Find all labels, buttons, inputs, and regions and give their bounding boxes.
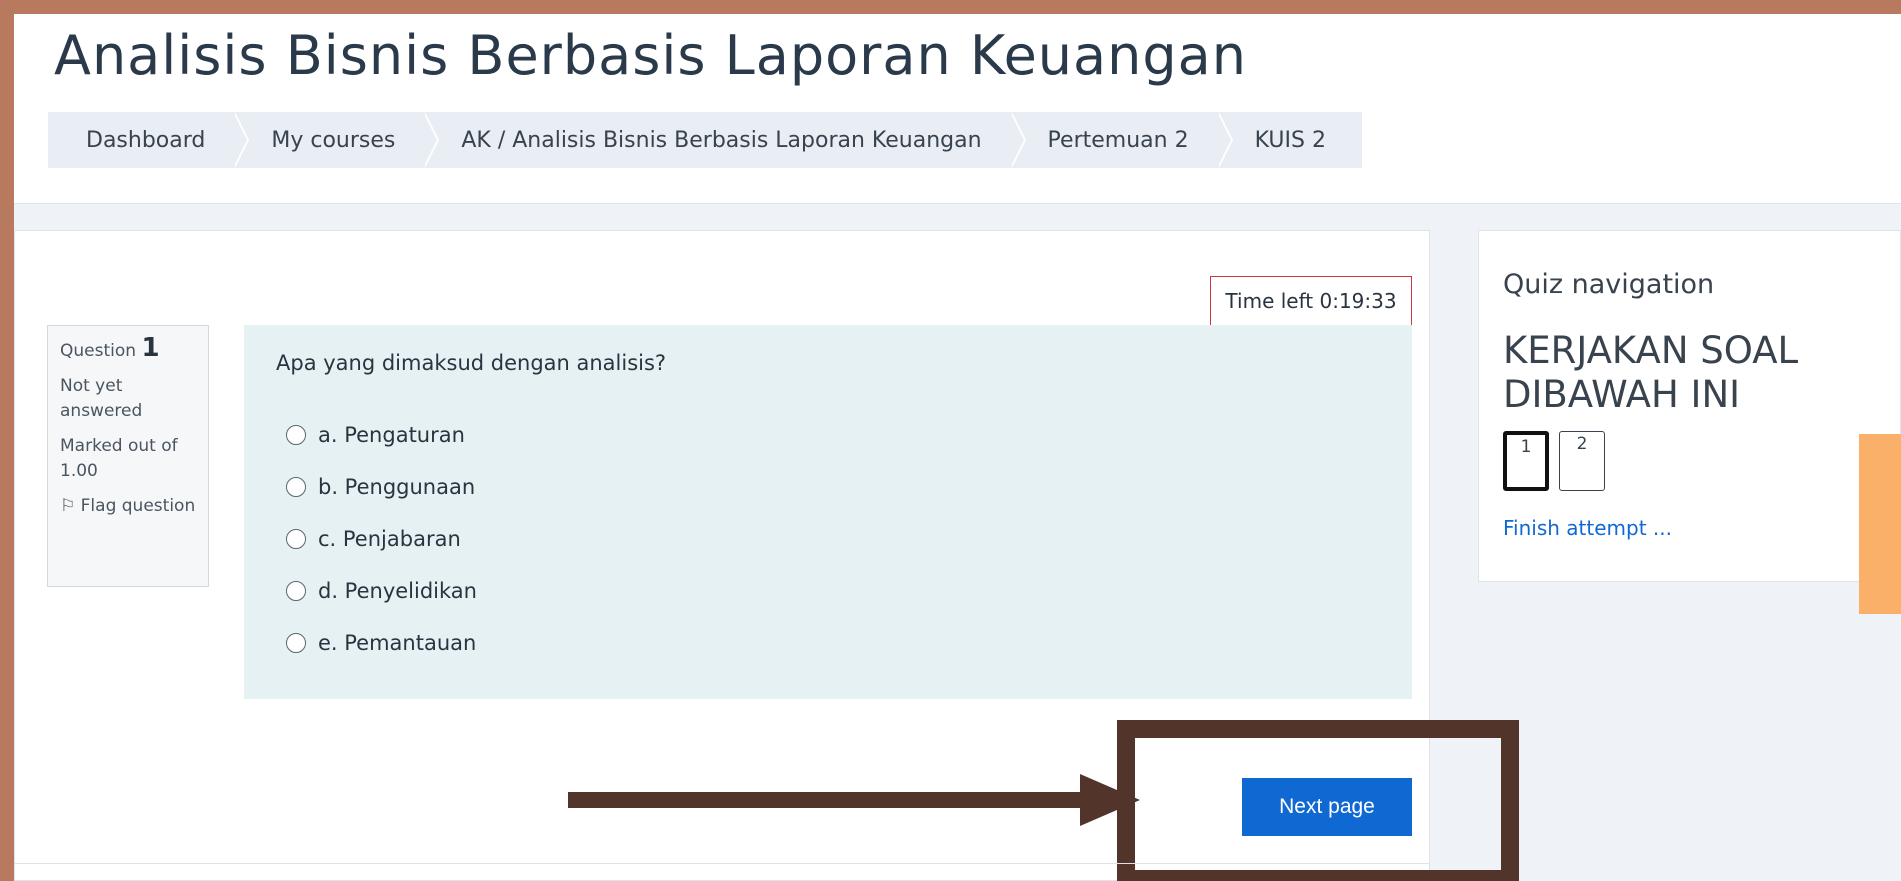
radio-button[interactable] xyxy=(286,529,306,549)
annotation-arrow-head xyxy=(1080,774,1140,826)
answer-option-d[interactable]: d. Penyelidikan xyxy=(286,565,477,617)
answer-option-label: c. Penjabaran xyxy=(318,527,461,551)
question-mark: Marked out of 1.00 xyxy=(60,436,178,481)
breadcrumb-section[interactable]: Pertemuan 2 xyxy=(1009,112,1233,168)
quiz-navigation-heading: KERJAKAN SOAL DIBAWAH INI xyxy=(1503,329,1799,416)
divider xyxy=(14,863,1430,864)
radio-button[interactable] xyxy=(286,425,306,445)
question-content-box: Apa yang dimaksud dengan analisis? a. Pe… xyxy=(244,325,1412,699)
radio-button[interactable] xyxy=(286,477,306,497)
answer-option-e[interactable]: e. Pemantauan xyxy=(286,617,477,669)
question-status: Not yet answered xyxy=(60,376,143,421)
annotation-arrow-shaft xyxy=(568,792,1096,808)
question-text: Apa yang dimaksud dengan analisis? xyxy=(276,351,667,375)
breadcrumb-course[interactable]: AK / Analisis Bisnis Berbasis Laporan Ke… xyxy=(423,112,1026,168)
radio-button[interactable] xyxy=(286,581,306,601)
question-info-panel: Question 1 Not yet answered Marked out o… xyxy=(47,325,209,587)
answer-option-label: b. Penggunaan xyxy=(318,475,476,499)
answer-option-label: d. Penyelidikan xyxy=(318,579,477,603)
question-number-value: 1 xyxy=(141,333,160,363)
side-drawer-tab[interactable] xyxy=(1859,434,1901,614)
breadcrumb: Dashboard My courses AK / Analisis Bisni… xyxy=(48,112,1362,168)
answer-option-c[interactable]: c. Penjabaran xyxy=(286,513,477,565)
time-left-timer: Time left 0:19:33 xyxy=(1210,276,1412,326)
quiz-navigation-title: Quiz navigation xyxy=(1503,269,1715,300)
answer-option-label: a. Pengaturan xyxy=(318,423,465,447)
answer-options: a. Pengaturan b. Penggunaan c. Penjabara… xyxy=(286,409,477,669)
question-number: Question 1 xyxy=(60,333,196,364)
breadcrumb-dashboard[interactable]: Dashboard xyxy=(48,112,250,168)
question-nav-button-2[interactable]: 2 xyxy=(1559,431,1605,491)
quiz-navigation-block: Quiz navigation KERJAKAN SOAL DIBAWAH IN… xyxy=(1478,230,1901,582)
question-nav-button-1[interactable]: 1 xyxy=(1503,431,1549,491)
flag-question-label: Flag question xyxy=(80,496,196,516)
question-nav-buttons: 1 2 xyxy=(1503,431,1605,491)
question-prefix: Question xyxy=(60,341,137,361)
answer-option-a[interactable]: a. Pengaturan xyxy=(286,409,477,461)
annotation-highlight-box xyxy=(1117,720,1519,881)
radio-button[interactable] xyxy=(286,633,306,653)
breadcrumb-my-courses[interactable]: My courses xyxy=(233,112,440,168)
answer-option-b[interactable]: b. Penggunaan xyxy=(286,461,477,513)
page-header: Analisis Bisnis Berbasis Laporan Keuanga… xyxy=(14,14,1901,204)
flag-question-link[interactable]: ⚐ Flag question xyxy=(60,494,196,519)
answer-option-label: e. Pemantauan xyxy=(318,631,477,655)
page-title: Analisis Bisnis Berbasis Laporan Keuanga… xyxy=(54,24,1247,87)
page-frame: Analisis Bisnis Berbasis Laporan Keuanga… xyxy=(14,14,1901,881)
flag-icon: ⚐ xyxy=(60,496,76,516)
breadcrumb-quiz[interactable]: KUIS 2 xyxy=(1216,112,1362,168)
finish-attempt-link[interactable]: Finish attempt ... xyxy=(1503,516,1672,540)
